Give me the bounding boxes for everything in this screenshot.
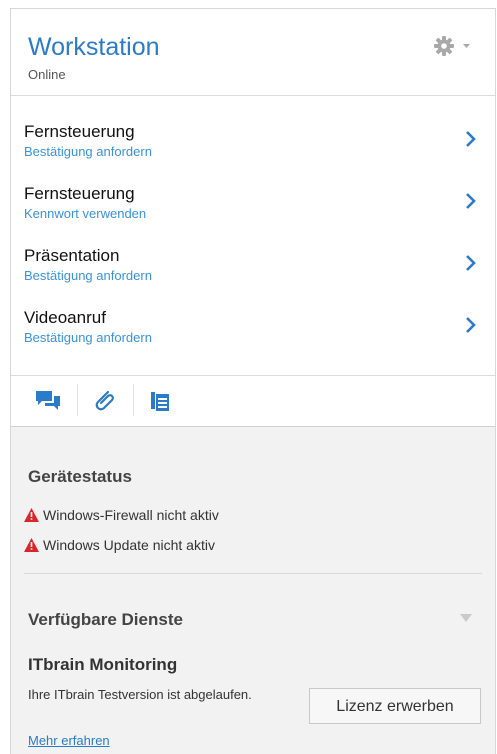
action-label: Fernsteuerung	[24, 122, 135, 141]
collapse-chevron-icon[interactable]	[459, 613, 473, 623]
action-sublabel: Kennwort verwenden	[24, 206, 147, 221]
clipboard-list-icon	[151, 392, 169, 411]
details-section: Gerätestatus Windows-Firewall nicht akti…	[11, 427, 495, 754]
device-status-text: Online	[28, 67, 66, 82]
action-video-call[interactable]: Videoanruf Bestätigung anfordern	[11, 299, 495, 359]
action-presentation[interactable]: Präsentation Bestätigung anfordern	[11, 237, 495, 297]
action-label: Präsentation	[24, 246, 120, 265]
action-sublabel: Bestätigung anfordern	[24, 330, 152, 345]
clipboard-button[interactable]	[145, 386, 175, 416]
action-label: Videoanruf	[24, 308, 106, 327]
paperclip-icon	[95, 390, 114, 411]
warning-text: Windows Update nicht aktiv	[43, 537, 215, 553]
chevron-right-icon	[466, 255, 476, 271]
action-remote-control-confirm[interactable]: Fernsteuerung Bestätigung anfordern	[11, 113, 495, 173]
section-divider	[24, 573, 482, 574]
action-remote-control-password[interactable]: Fernsteuerung Kennwort verwenden	[11, 175, 495, 235]
device-status-heading: Gerätestatus	[28, 467, 132, 486]
buy-license-button[interactable]: Lizenz erwerben	[309, 688, 481, 724]
toolbar	[11, 375, 495, 428]
chevron-right-icon	[466, 193, 476, 209]
panel-header: Workstation Online	[11, 9, 495, 96]
warning-item: Windows Update nicht aktiv	[24, 537, 215, 553]
warning-item: Windows-Firewall nicht aktiv	[24, 507, 219, 523]
chat-button[interactable]	[33, 386, 63, 416]
action-sublabel: Bestätigung anfordern	[24, 268, 152, 283]
chat-icon	[36, 391, 60, 410]
services-heading[interactable]: Verfügbare Dienste	[28, 610, 183, 630]
learn-more-link[interactable]: Mehr erfahren	[28, 733, 110, 748]
toolbar-divider	[77, 384, 78, 416]
monitoring-description: Ihre ITbrain Testversion ist abgelaufen.	[28, 687, 252, 702]
warning-icon	[24, 508, 39, 522]
attach-file-button[interactable]	[89, 386, 119, 416]
gear-icon	[434, 36, 470, 56]
settings-dropdown-button[interactable]	[433, 35, 475, 57]
device-title: Workstation	[28, 33, 160, 61]
chevron-right-icon	[466, 317, 476, 333]
warning-text: Windows-Firewall nicht aktiv	[43, 507, 219, 523]
warning-icon	[24, 538, 39, 552]
toolbar-divider	[133, 384, 134, 416]
device-panel: Workstation Online Fernsteuerung Bestäti…	[10, 8, 496, 754]
monitoring-title: ITbrain Monitoring	[28, 655, 178, 674]
action-sublabel: Bestätigung anfordern	[24, 144, 152, 159]
chevron-right-icon	[466, 131, 476, 147]
action-label: Fernsteuerung	[24, 184, 135, 203]
